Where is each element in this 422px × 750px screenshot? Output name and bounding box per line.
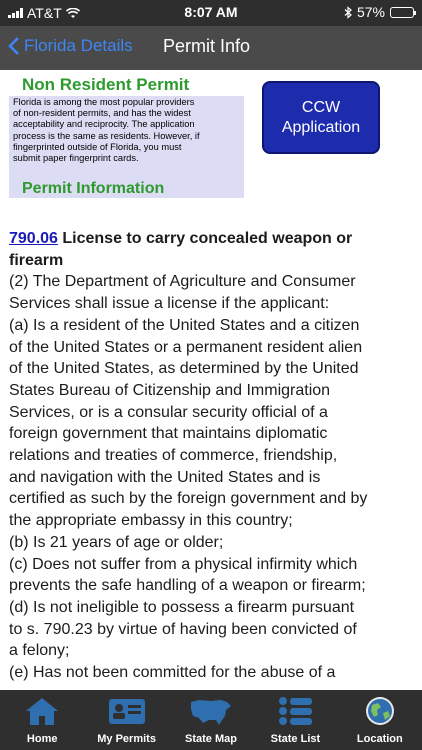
- statute-line: of the United States or a permanent resi…: [9, 338, 363, 356]
- content-area[interactable]: Non Resident Permit Florida is among the…: [0, 70, 422, 690]
- statute-line: relations and treaties of commerce, frie…: [9, 447, 338, 465]
- id-card-icon: [108, 699, 145, 724]
- back-button[interactable]: Florida Details: [8, 36, 133, 56]
- tab-location[interactable]: Location: [338, 690, 422, 750]
- statute-line: the appropriate embassy in this country;: [9, 512, 293, 530]
- tab-home[interactable]: Home: [0, 690, 84, 750]
- description-line: Florida is among the most popular provid…: [13, 97, 195, 107]
- back-button-label: Florida Details: [24, 36, 133, 55]
- non-resident-title: Non Resident Permit: [22, 75, 190, 94]
- statute-line: States Bureau of Citizenship and Immigra…: [9, 381, 331, 399]
- statute-line: (e) Has not been committed for the abuse…: [9, 664, 336, 682]
- tab-location-label: Location: [356, 733, 403, 745]
- tab-state-list-label: State List: [270, 733, 321, 745]
- battery-percent: 57%: [356, 4, 385, 20]
- list-icon: [279, 697, 313, 725]
- tab-my-permits-label: My Permits: [97, 733, 156, 745]
- ccw-application-button[interactable]: CCW Application: [262, 81, 380, 154]
- statute-line: of the United States, as determined by t…: [9, 360, 359, 378]
- globe-icon: [365, 697, 394, 725]
- us-map-icon: [191, 700, 232, 725]
- statute-heading: 790.06 License to carry concealed weapon…: [9, 228, 414, 250]
- tab-state-map[interactable]: State Map: [169, 690, 253, 750]
- page-title: Permit Info: [163, 36, 251, 56]
- statute-line: (d) Is not ineligible to possess a firea…: [9, 598, 355, 616]
- statute-line: Services, or is a consular security offi…: [9, 403, 328, 421]
- status-right: 57%: [344, 4, 416, 20]
- statute-line: certified as such by the foreign governm…: [9, 490, 368, 508]
- statute-line: (c) Does not suffer from a physical infi…: [9, 555, 358, 573]
- tab-home-label: Home: [26, 733, 58, 745]
- permit-information-title: Permit Information: [22, 180, 165, 197]
- statute-line: a felony;: [9, 642, 70, 660]
- statute-line: and navigation with the United States an…: [9, 468, 321, 486]
- tab-my-permits[interactable]: My Permits: [84, 690, 168, 750]
- statute-line: (2) The Department of Agriculture and Co…: [9, 273, 356, 291]
- statute-line: prevents the safe handling of a weapon o…: [9, 577, 366, 595]
- statute-link[interactable]: 790.06: [9, 230, 58, 247]
- tab-state-list[interactable]: State List: [253, 690, 337, 750]
- home-icon: [26, 698, 59, 725]
- description-line: of non-resident permits, and has the wid…: [13, 108, 191, 119]
- statute-line: to s. 790.23 by virtue of having been co…: [9, 620, 357, 638]
- statute-text: 790.06 License to carry concealed weapon…: [9, 228, 414, 684]
- statute-line: foreign government that maintains diplom…: [9, 425, 328, 443]
- description-line: fingerprinted outside of Florida, you mu…: [13, 141, 182, 152]
- navigation-bar: Florida Details Permit Info: [0, 26, 422, 70]
- ccw-button-line2: Application: [281, 118, 361, 136]
- ccw-button-line1: CCW: [301, 98, 341, 116]
- chevron-left-icon: [8, 37, 19, 55]
- tab-bar: Home My Permits State Map State List Loc…: [0, 690, 422, 750]
- tab-state-map-label: State Map: [185, 733, 237, 745]
- description-line: submit paper fingerprint cards.: [13, 153, 139, 164]
- status-bar: AT&T 8:07 AM 57%: [0, 0, 422, 26]
- statute-line: (b) Is 21 years of age or older;: [9, 533, 224, 551]
- statute-line: Services shall issue a license if the ap…: [9, 295, 330, 313]
- statute-line: (a) Is a resident of the United States a…: [9, 316, 360, 334]
- battery-icon: [390, 6, 416, 18]
- statute-heading-line2: firearm: [9, 251, 64, 269]
- statute-heading-text: License to carry concealed weapon or: [57, 230, 353, 247]
- bluetooth-icon: [344, 5, 352, 19]
- description-line: acceptability and reciprocity. The appli…: [13, 119, 195, 130]
- description-line: process is the same as residents. Howeve…: [13, 130, 200, 141]
